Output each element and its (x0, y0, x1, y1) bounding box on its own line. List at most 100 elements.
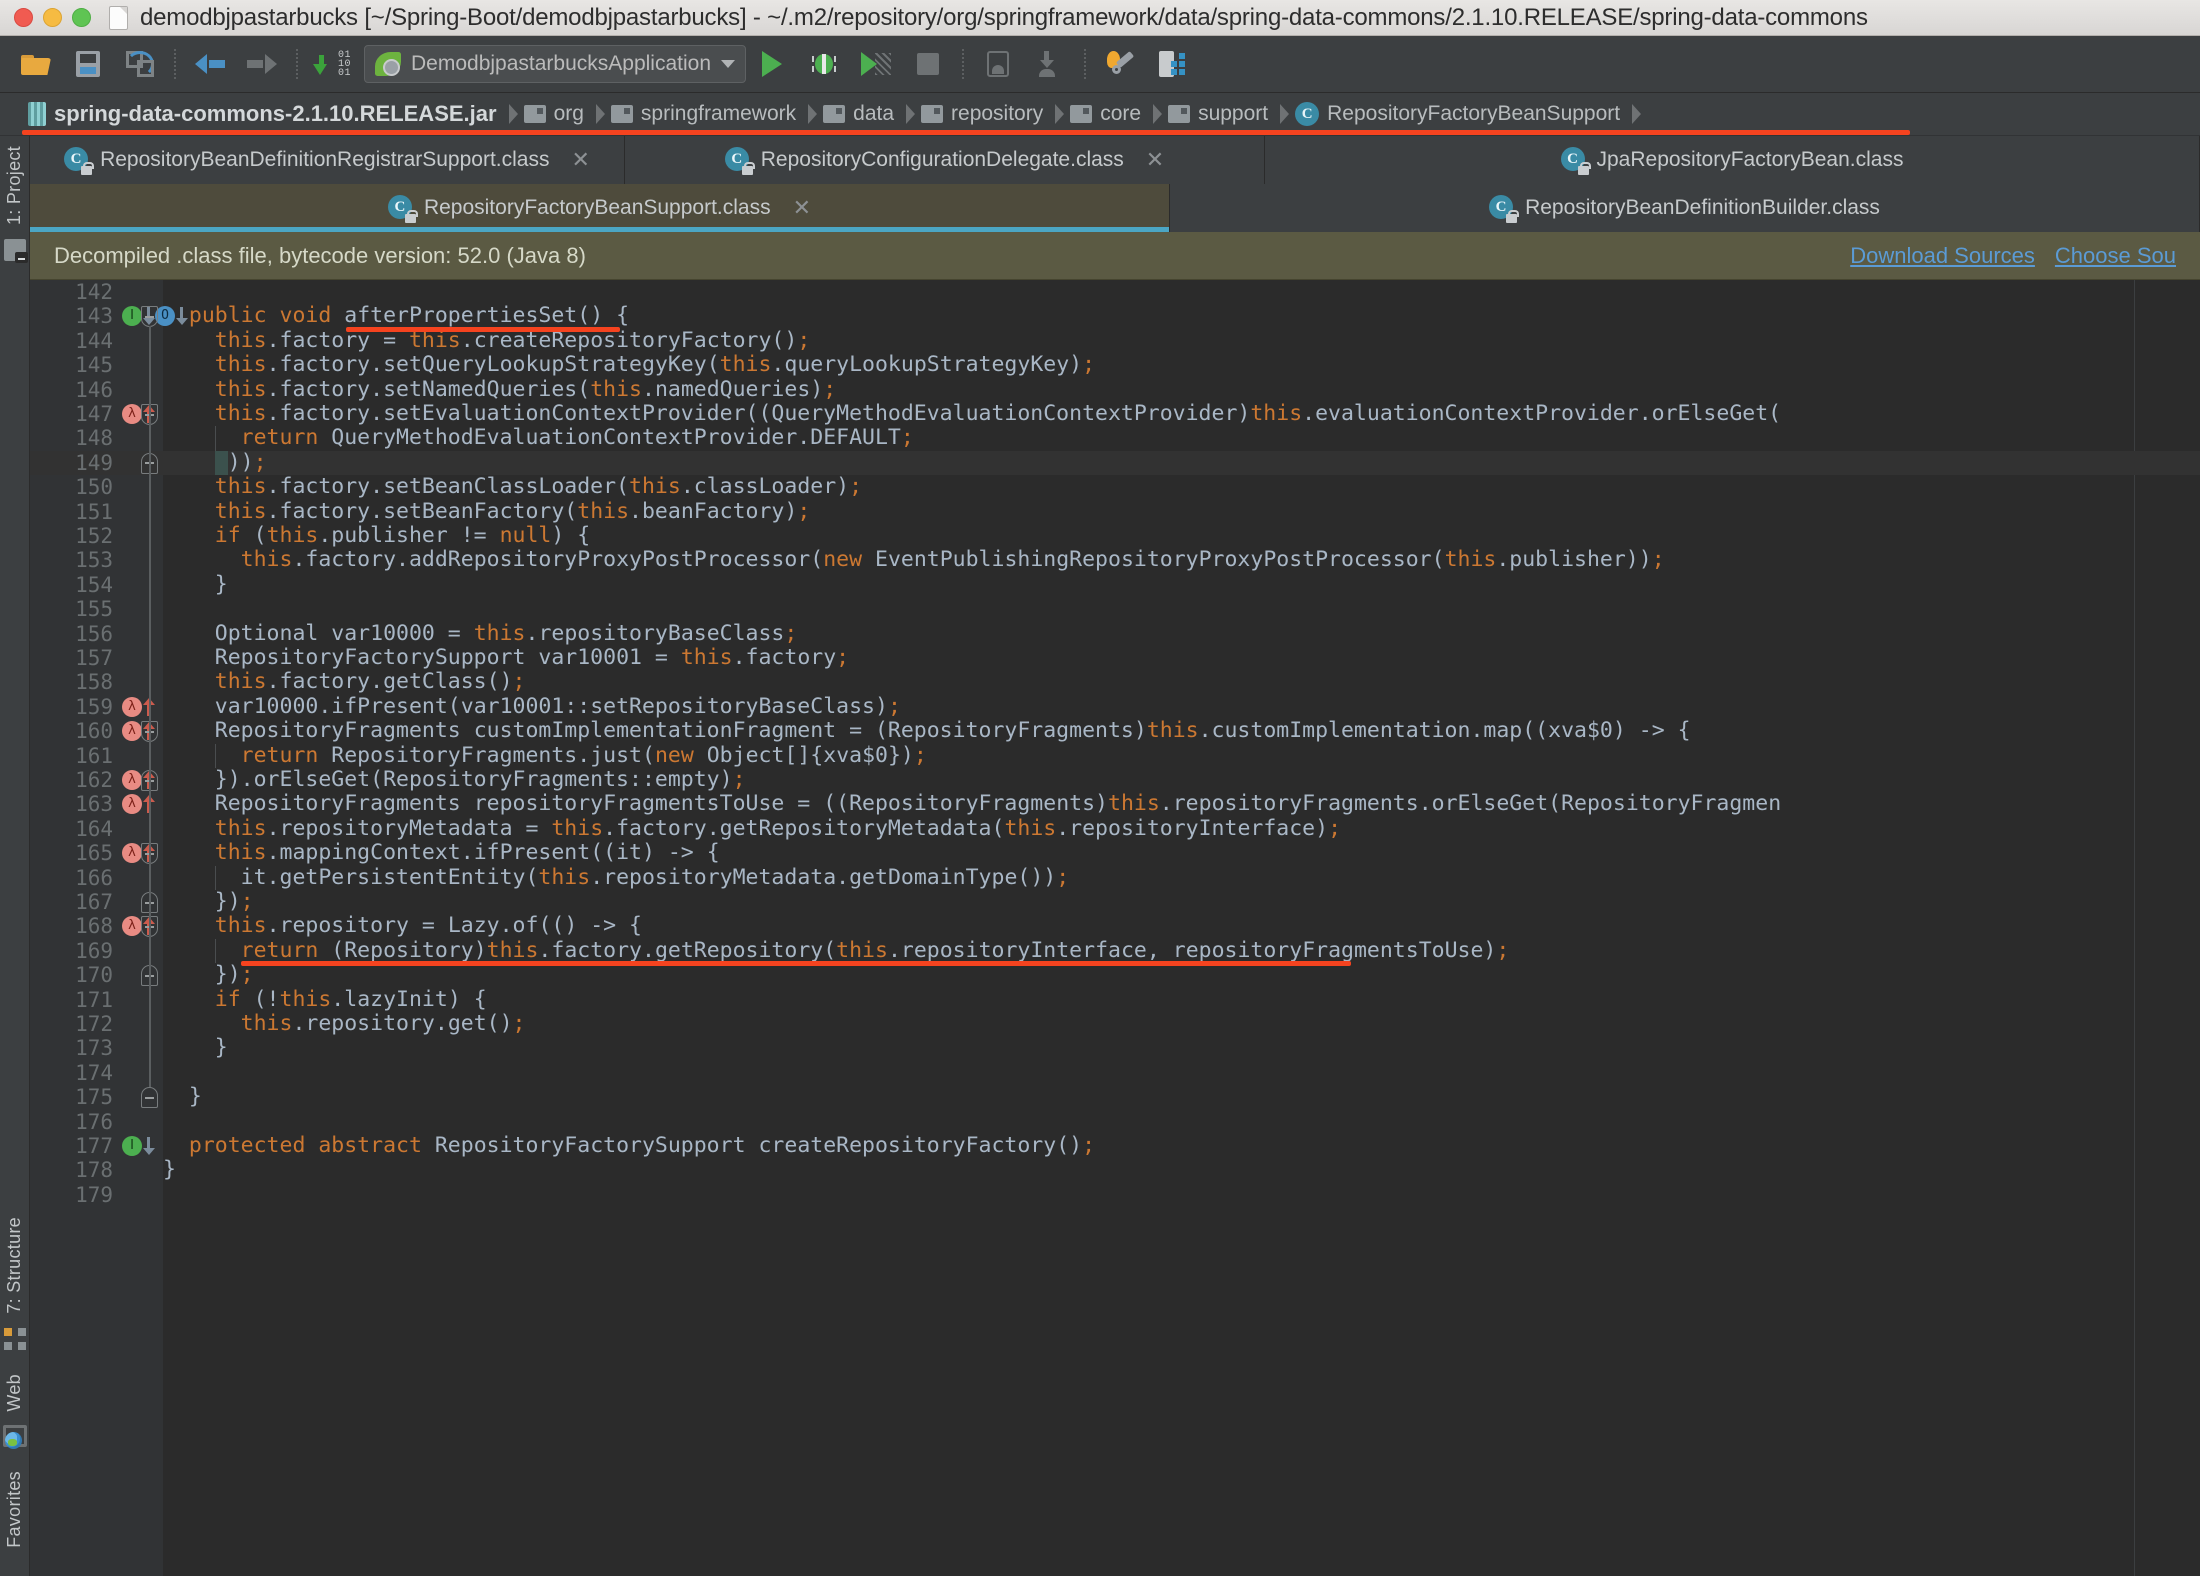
debug-button[interactable] (805, 45, 843, 83)
line-number: 149 (75, 450, 113, 475)
synchronize-icon[interactable] (121, 45, 159, 83)
code-line[interactable]: 167 }); (30, 889, 2200, 914)
lambda-marker-icon[interactable]: λ (122, 916, 142, 937)
editor-tab-registrar-support[interactable]: C RepositoryBeanDefinitionRegistrarSuppo… (30, 136, 625, 184)
toolbar-divider (962, 49, 964, 79)
window-controls (0, 8, 91, 27)
implemented-method-icon[interactable]: I (122, 306, 142, 327)
annotation-underline (241, 961, 1351, 967)
sdk-manager-icon[interactable] (1031, 45, 1069, 83)
code-line[interactable]: 152 if (this.publisher != null) { (30, 523, 2200, 548)
sidebar-item-project[interactable]: 1: Project (4, 136, 25, 235)
line-number: 158 (75, 670, 113, 695)
code-text: Optional var10000 = this.repositoryBaseC… (214, 620, 798, 646)
lambda-marker-icon[interactable]: λ (122, 696, 142, 717)
navigate-forward-icon[interactable] (243, 45, 281, 83)
line-number: 170 (75, 963, 113, 988)
line-number: 143 (75, 304, 113, 329)
maximize-window-button[interactable] (72, 8, 91, 27)
close-icon[interactable]: ✕ (1146, 147, 1164, 173)
lambda-marker-icon[interactable]: λ (122, 404, 142, 424)
gutter-markers[interactable]: I (122, 1136, 155, 1156)
code-line[interactable]: 143 public void afterPropertiesSet() {I O (30, 303, 2200, 329)
breadcrumb-label: RepositoryFactoryBeanSupport (1327, 102, 1621, 125)
code-line[interactable]: 142 (30, 280, 2200, 304)
minimize-window-button[interactable] (43, 8, 62, 27)
editor-tab-configuration-delegate[interactable]: C RepositoryConfigurationDelegate.class … (625, 136, 1265, 184)
code-line[interactable]: 149 })); (30, 450, 2200, 476)
code-line[interactable]: 176 (30, 1110, 2200, 1134)
sidebar-item-favorites[interactable]: Favorites (4, 1461, 25, 1558)
code-line[interactable]: 154 } (30, 572, 2200, 597)
code-line[interactable]: 163 RepositoryFragments repositoryFragme… (30, 791, 2200, 816)
code-line[interactable]: 144 this.factory = this.createRepository… (30, 328, 2200, 353)
run-button[interactable] (753, 45, 791, 83)
close-window-button[interactable] (14, 8, 33, 27)
code-line[interactable]: 157 RepositoryFactorySupport var10001 = … (30, 645, 2200, 670)
code-line[interactable]: 150 this.factory.setBeanClassLoader(this… (30, 474, 2200, 499)
fold-handle[interactable] (141, 306, 158, 328)
code-line[interactable]: 159 var10000.ifPresent(var10001::setRepo… (30, 694, 2200, 719)
navigate-down-icon[interactable] (176, 307, 188, 326)
close-icon[interactable]: ✕ (571, 147, 589, 173)
code-line[interactable]: 146 this.factory.setNamedQueries(this.na… (30, 377, 2200, 402)
code-line[interactable]: 175 } (30, 1084, 2200, 1109)
code-line[interactable]: 174 (30, 1061, 2200, 1085)
lambda-marker-icon[interactable]: λ (122, 794, 142, 815)
fold-connector (149, 424, 151, 453)
code-line[interactable]: 145 this.factory.setQueryLookupStrategyK… (30, 352, 2200, 377)
code-line[interactable]: 165 this.mappingContext.ifPresent((it) -… (30, 840, 2200, 865)
code-line[interactable]: 161 return RepositoryFragments.just(new … (30, 743, 2200, 768)
save-all-icon[interactable] (69, 45, 107, 83)
close-icon[interactable]: ✕ (793, 195, 811, 221)
code-line[interactable]: 158 this.factory.getClass(); (30, 669, 2200, 695)
lambda-marker-icon[interactable]: λ (122, 770, 142, 790)
code-line[interactable]: 168 this.repository = Lazy.of(() -> {λ (30, 913, 2200, 938)
sidebar-item-web[interactable]: Web (4, 1364, 25, 1422)
code-line[interactable]: 151 this.factory.setBeanFactory(this.bea… (30, 499, 2200, 524)
download-sources-link[interactable]: Download Sources (1850, 243, 2035, 269)
run-with-coverage-button[interactable] (857, 45, 895, 83)
editor-tab-repository-factory-bean-support[interactable]: C RepositoryFactoryBeanSupport.class ✕ (30, 184, 1170, 232)
avd-manager-icon[interactable] (979, 45, 1017, 83)
code-line[interactable]: 169 return (Repository)this.factory.getR… (30, 938, 2200, 963)
overriding-method-icon[interactable]: O (155, 306, 175, 327)
code-text: this.repositoryMetadata = this.factory.g… (214, 815, 1342, 841)
project-structure-icon[interactable] (1101, 45, 1139, 83)
code-line[interactable]: 153 this.factory.addRepositoryProxyPostP… (30, 547, 2200, 572)
fold-handle[interactable] (141, 1087, 158, 1109)
editor-tab-jpa-repository-factory-bean[interactable]: C JpaRepositoryFactoryBean.class (1265, 136, 2200, 184)
line-number: 156 (75, 621, 113, 646)
sidebar-item-structure[interactable]: 7: Structure (4, 1207, 25, 1324)
code-editor[interactable]: 142 143 public void afterPropertiesSet() … (30, 280, 2200, 1576)
code-line[interactable]: 171 if (!this.lazyInit) { (30, 987, 2200, 1012)
navigate-back-icon[interactable] (191, 45, 229, 83)
database-icon[interactable] (1153, 45, 1191, 83)
code-line[interactable]: 179 (30, 1183, 2200, 1207)
lambda-marker-icon[interactable]: λ (122, 843, 142, 864)
code-line[interactable]: 148 return QueryMethodEvaluationContextP… (30, 425, 2200, 450)
lambda-marker-icon[interactable]: λ (122, 721, 142, 742)
line-number: 152 (75, 524, 113, 548)
code-line[interactable]: 166 it.getPersistentEntity(this.reposito… (30, 865, 2200, 890)
code-line[interactable]: 170 }); (30, 962, 2200, 988)
code-line[interactable]: 172 this.repository.get(); (30, 1011, 2200, 1036)
editor-tab-repository-bean-definition-builder[interactable]: C RepositoryBeanDefinitionBuilder.class (1170, 184, 2200, 232)
run-configuration-selector[interactable]: DemodbjpastarbucksApplication (364, 45, 746, 83)
code-line[interactable]: 162 }).orElseGet(RepositoryFragments::em… (30, 767, 2200, 792)
class-file-icon: C (724, 147, 755, 175)
navigate-down-icon[interactable] (143, 1137, 155, 1155)
compile-icon[interactable]: 01 10 01 (313, 45, 351, 83)
code-line[interactable]: 160 RepositoryFragments customImplementa… (30, 718, 2200, 743)
code-line[interactable]: 177 protected abstract RepositoryFactory… (30, 1133, 2200, 1158)
code-line[interactable]: 178} (30, 1157, 2200, 1182)
code-line[interactable]: 155 (30, 597, 2200, 621)
code-line[interactable]: 173 } (30, 1035, 2200, 1060)
implemented-method-icon[interactable]: I (122, 1136, 142, 1156)
choose-sources-link[interactable]: Choose Sou (2055, 243, 2176, 269)
stop-button[interactable] (909, 45, 947, 83)
code-line[interactable]: 147 this.factory.setEvaluationContextPro… (30, 401, 2200, 426)
code-line[interactable]: 156 Optional var10000 = this.repositoryB… (30, 620, 2200, 646)
code-line[interactable]: 164 this.repositoryMetadata = this.facto… (30, 815, 2200, 841)
open-project-icon[interactable] (17, 45, 55, 83)
